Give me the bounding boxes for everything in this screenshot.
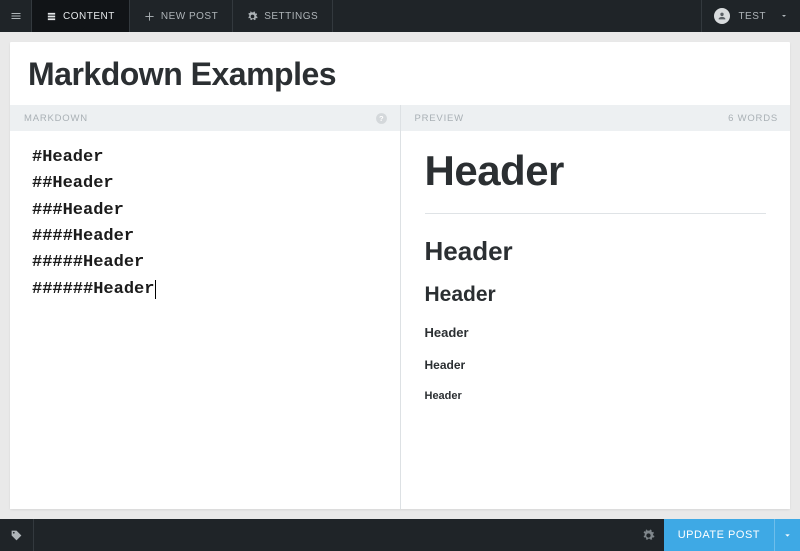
md-line: #####Header xyxy=(32,250,378,276)
md-line: ######Header xyxy=(32,277,378,303)
md-line: ##Header xyxy=(32,171,378,197)
tag-icon xyxy=(10,529,23,542)
preview-pane: PREVIEW 6 WORDS Header Header Header Hea… xyxy=(401,105,791,509)
nav-settings-label: SETTINGS xyxy=(264,11,318,22)
update-post-label: UPDATE POST xyxy=(664,519,774,551)
user-name: TEST xyxy=(738,11,766,22)
preview-h5: Header xyxy=(425,358,767,372)
nav-content-label: CONTENT xyxy=(63,11,115,22)
hamburger-icon xyxy=(10,10,22,22)
menu-toggle[interactable] xyxy=(0,0,32,32)
post-title: Markdown Examples xyxy=(28,56,772,93)
markdown-pane-header: MARKDOWN ? xyxy=(10,105,400,131)
editor-split: MARKDOWN ? #Header ##Header ###Header ##… xyxy=(10,105,790,509)
tags-button[interactable] xyxy=(0,519,34,551)
user-menu[interactable]: TEST xyxy=(701,0,800,32)
markdown-pane: MARKDOWN ? #Header ##Header ###Header ##… xyxy=(10,105,401,509)
avatar xyxy=(714,8,730,24)
preview-h4: Header xyxy=(425,325,767,340)
markdown-label: MARKDOWN xyxy=(24,113,88,124)
svg-text:?: ? xyxy=(378,114,383,123)
md-line: ####Header xyxy=(32,224,378,250)
editor-card: Markdown Examples MARKDOWN ? #Header ##H… xyxy=(10,42,790,509)
preview-h2: Header xyxy=(425,236,767,267)
plus-icon xyxy=(144,11,155,22)
top-toolbar: CONTENT NEW POST SETTINGS TEST xyxy=(0,0,800,32)
gear-icon xyxy=(642,529,655,542)
chevron-down-icon xyxy=(783,531,792,540)
nav-new-post-label: NEW POST xyxy=(161,11,218,22)
update-post-dropdown[interactable] xyxy=(774,519,800,551)
help-icon[interactable]: ? xyxy=(375,112,388,125)
bottom-toolbar: UPDATE POST xyxy=(0,519,800,551)
gear-icon xyxy=(247,11,258,22)
markdown-editor[interactable]: #Header ##Header ###Header ####Header ##… xyxy=(10,131,400,509)
nav-settings[interactable]: SETTINGS xyxy=(233,0,333,32)
preview-h1: Header xyxy=(425,147,767,195)
md-line: ###Header xyxy=(32,198,378,224)
preview-pane-header: PREVIEW 6 WORDS xyxy=(401,105,791,131)
word-count: 6 WORDS xyxy=(728,113,778,124)
post-settings-button[interactable] xyxy=(634,519,664,551)
chevron-down-icon xyxy=(780,12,788,20)
preview-h3: Header xyxy=(425,283,767,307)
preview-divider xyxy=(425,213,767,214)
user-icon xyxy=(717,11,727,21)
preview-body: Header Header Header Header Header Heade… xyxy=(401,131,791,509)
post-title-bar[interactable]: Markdown Examples xyxy=(10,42,790,105)
top-nav: CONTENT NEW POST SETTINGS xyxy=(0,0,333,32)
nav-new-post[interactable]: NEW POST xyxy=(130,0,233,32)
content-icon xyxy=(46,11,57,22)
content-area: Markdown Examples MARKDOWN ? #Header ##H… xyxy=(0,32,800,519)
preview-h6: Header xyxy=(425,390,767,402)
preview-label: PREVIEW xyxy=(415,113,464,124)
nav-content[interactable]: CONTENT xyxy=(32,0,130,32)
md-line: #Header xyxy=(32,145,378,171)
update-post-button[interactable]: UPDATE POST xyxy=(664,519,800,551)
